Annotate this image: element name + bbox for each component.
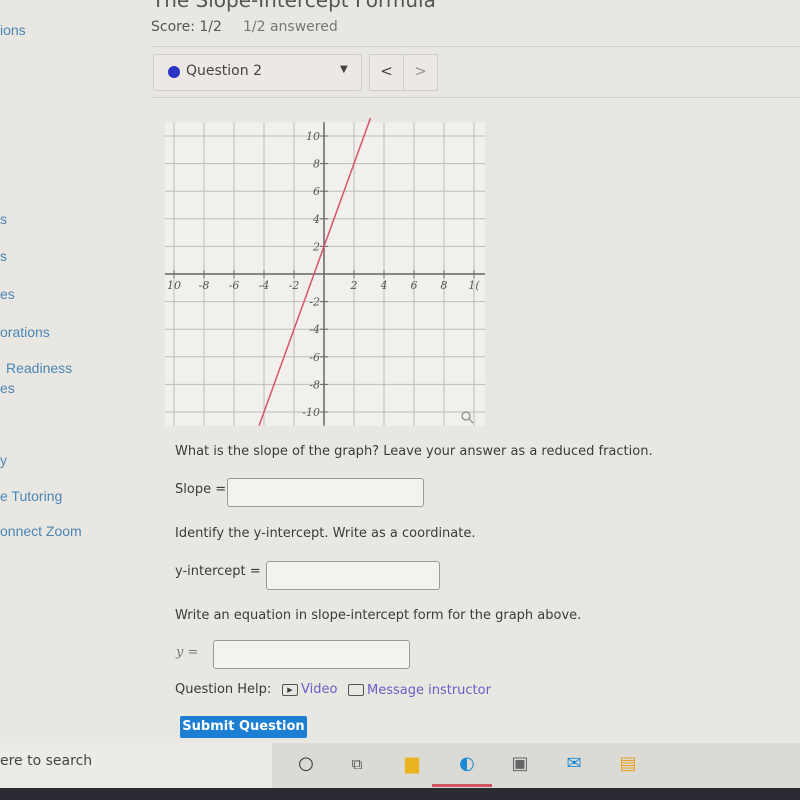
question-select-label: Question 2 — [186, 63, 262, 79]
sidebar-item[interactable]: s — [0, 211, 7, 227]
equation-prompt: Write an equation in slope-intercept for… — [175, 608, 582, 623]
y-tick-label: -6 — [309, 351, 320, 364]
y-tick-label: -2 — [309, 296, 320, 309]
slope-label: Slope = — [175, 482, 227, 497]
x-tick-label: 10 — [167, 279, 181, 292]
x-tick-label: 2 — [350, 279, 358, 292]
score: Score: 1/2 — [151, 19, 222, 35]
sidebar-item[interactable]: e Tutoring — [0, 488, 62, 504]
slope-input[interactable] — [227, 478, 424, 507]
x-tick-label: 6 — [411, 279, 418, 292]
message-instructor-link[interactable]: Message instructor — [367, 683, 491, 698]
edge-icon[interactable]: ◐ — [455, 752, 479, 776]
y-tick-label: 2 — [312, 240, 320, 253]
y-tick-label: -8 — [309, 378, 320, 391]
divider — [152, 46, 800, 47]
x-tick-label: -6 — [229, 279, 240, 292]
answered-count: 1/2 answered — [243, 19, 338, 35]
equation-input[interactable] — [213, 640, 410, 669]
sidebar-item[interactable]: es — [0, 380, 15, 396]
submit-question-button[interactable]: Submit Question — [180, 716, 307, 738]
caret-down-icon: ▼ — [340, 64, 348, 75]
intercept-label: y-intercept = — [175, 564, 261, 579]
next-question-button[interactable]: > — [403, 54, 438, 91]
store-icon[interactable]: ▣ — [508, 752, 532, 776]
page-title: The Slope-Intercept Formula — [152, 0, 436, 12]
sidebar-item[interactable]: onnect Zoom — [0, 523, 82, 539]
sidebar-item[interactable]: y — [0, 452, 7, 468]
file-explorer-icon[interactable]: ▆ — [400, 752, 424, 776]
mail-app-icon[interactable]: ✉ — [562, 752, 586, 776]
task-view-icon[interactable]: ⧉ — [345, 752, 369, 776]
taskbar-search-text: ere to search — [0, 753, 93, 769]
intercept-prompt: Identify the y-intercept. Write as a coo… — [175, 526, 476, 541]
sidebar-item[interactable]: es — [0, 286, 15, 302]
cortana-icon[interactable]: ○ — [294, 752, 318, 776]
x-tick-label: 8 — [441, 279, 448, 292]
mail-icon — [348, 684, 364, 696]
sidebar-item[interactable]: orations — [0, 324, 50, 340]
x-tick-label: 1( — [468, 279, 480, 292]
x-tick-label: -2 — [289, 279, 300, 292]
status-dot — [168, 66, 180, 78]
x-tick-label: -4 — [259, 279, 270, 292]
y-tick-label: 6 — [313, 185, 320, 198]
slope-prompt: What is the slope of the graph? Leave yo… — [175, 444, 653, 459]
question-help-label: Question Help: — [175, 682, 272, 697]
active-indicator — [432, 784, 492, 787]
divider — [152, 97, 800, 98]
video-link[interactable]: Video — [301, 682, 337, 697]
y-tick-label: -4 — [309, 323, 320, 336]
screen-bezel — [0, 788, 800, 800]
taskbar-search[interactable]: ere to search — [0, 743, 272, 791]
x-tick-label: 4 — [380, 279, 388, 292]
x-tick-label: -8 — [199, 279, 210, 292]
y-tick-label: 4 — [312, 213, 320, 226]
sidebar-item[interactable]: s — [0, 248, 7, 264]
sidebar-item[interactable]: ions — [0, 22, 26, 38]
video-icon: ▶ — [282, 684, 298, 696]
question-select[interactable]: Question 2 ▼ — [153, 54, 362, 91]
y-tick-label: 10 — [306, 130, 320, 143]
app-icon[interactable]: ▤ — [616, 752, 640, 776]
intercept-input[interactable] — [266, 561, 440, 590]
equation-label: y = — [176, 645, 199, 660]
y-tick-label: -10 — [302, 406, 320, 419]
graph[interactable]: 10 -8 -6 -4 -2 2 4 6 8 1( 10 8 6 4 2 -2 -4 -6 -8 -10 — [165, 110, 485, 430]
prev-question-button[interactable]: < — [369, 54, 404, 91]
sidebar-item[interactable]: Readiness — [6, 360, 72, 376]
y-tick-label: 8 — [313, 158, 320, 171]
